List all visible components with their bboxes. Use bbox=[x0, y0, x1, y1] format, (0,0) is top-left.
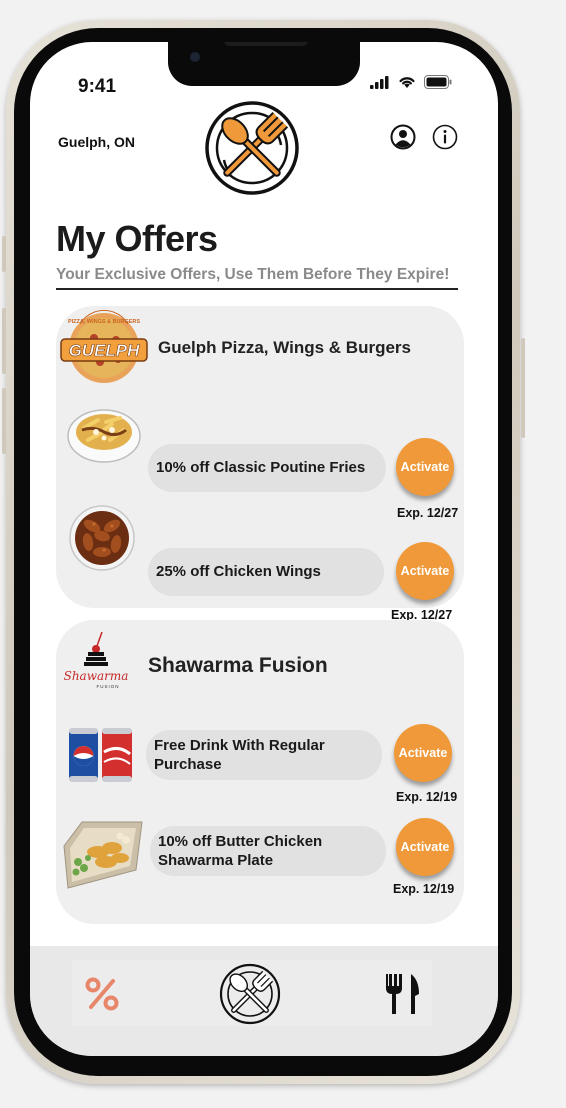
wifi-icon bbox=[399, 77, 415, 88]
restaurant-name[interactable]: Shawarma Fusion bbox=[148, 654, 328, 678]
activate-button[interactable]: Activate bbox=[396, 438, 454, 496]
offer-label: 10% off Butter Chicken Shawarma Plate bbox=[150, 826, 386, 876]
tab-bar bbox=[30, 946, 498, 1056]
offer-label: Free Drink With Regular Purchase bbox=[146, 730, 382, 780]
percent-icon bbox=[85, 977, 119, 1011]
mute-switch bbox=[2, 236, 6, 272]
page-subtitle: Your Exclusive Offers, Use Them Before T… bbox=[56, 266, 450, 283]
activate-button[interactable]: Activate bbox=[396, 818, 454, 876]
person-circle-icon[interactable] bbox=[390, 124, 416, 150]
offer-label: 25% off Chicken Wings bbox=[148, 548, 384, 596]
restaurant-name[interactable]: Guelph Pizza, Wings & Burgers bbox=[158, 338, 411, 358]
page-title: My Offers bbox=[56, 218, 218, 259]
activate-button[interactable]: Activate bbox=[394, 724, 452, 782]
poutine-fries-image bbox=[67, 409, 141, 463]
title-divider bbox=[56, 288, 458, 290]
shawarma-fusion-logo: Shawarma FUSION bbox=[64, 631, 129, 689]
tab-offers[interactable] bbox=[78, 970, 126, 1018]
guelph-pizza-logo: PIZZA, WINGS & BURGERS GUELPH bbox=[60, 310, 148, 383]
battery-icon bbox=[424, 75, 452, 89]
plate-spoon-fork-icon bbox=[219, 963, 281, 1025]
activate-button[interactable]: Activate bbox=[396, 542, 454, 600]
logo-arc-text: PIZZA, WINGS & BURGERS bbox=[68, 319, 140, 325]
notch bbox=[168, 42, 360, 86]
offer-expiry: Exp. 12/27 bbox=[397, 506, 459, 520]
status-icons bbox=[370, 75, 452, 89]
volume-up-button bbox=[2, 308, 6, 374]
app-screen: 9:41 Guelph, ON My Offers Your Exclusive… bbox=[30, 42, 498, 1056]
offer-expiry: Exp. 12/19 bbox=[393, 882, 455, 896]
fork-knife-icon bbox=[386, 974, 419, 1014]
power-button bbox=[521, 338, 525, 438]
logo-wordmark: Shawarma bbox=[64, 669, 129, 683]
offer-expiry: Exp. 12/19 bbox=[396, 790, 458, 804]
restaurant-card: Shawarma FUSION Shawarma Fusion Free Dri… bbox=[56, 620, 464, 924]
cellular-signal-icon bbox=[370, 75, 389, 89]
tab-restaurants[interactable] bbox=[378, 968, 428, 1020]
soda-cans-image bbox=[69, 728, 132, 782]
tab-home[interactable] bbox=[218, 962, 282, 1026]
info-circle-icon[interactable] bbox=[432, 124, 458, 150]
restaurant-card: PIZZA, WINGS & BURGERS GUELPH Guelph Piz… bbox=[56, 306, 464, 622]
status-time: 9:41 bbox=[78, 76, 117, 97]
logo-subtext: FUSION bbox=[96, 684, 119, 689]
offer-label: 10% off Classic Poutine Fries bbox=[148, 444, 386, 492]
volume-down-button bbox=[2, 388, 6, 454]
front-camera bbox=[190, 52, 200, 62]
chicken-wings-image bbox=[69, 505, 135, 571]
location-label[interactable]: Guelph, ON bbox=[58, 134, 135, 150]
shawarma-plate-image bbox=[63, 821, 143, 889]
logo-wordmark: GUELPH bbox=[69, 341, 141, 360]
plate-spoon-fork-icon bbox=[205, 101, 299, 195]
speaker bbox=[224, 42, 308, 46]
